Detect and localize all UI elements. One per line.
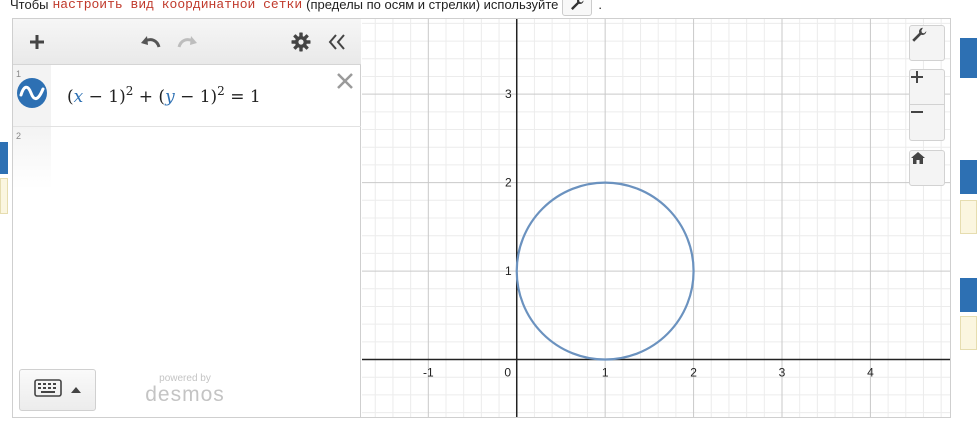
page-edge-marker: [960, 200, 977, 234]
x-tick-label: -1: [423, 366, 434, 380]
instruction-suffix: (пределы по осям и стрелки) используйте: [306, 0, 559, 12]
page-edge-marker: [960, 38, 977, 78]
math-token: (: [67, 87, 74, 107]
expression-panel: 1 (x − 1)2 + (y − 1)2 = 1 2 powered by d…: [13, 19, 361, 417]
expression-number: 2: [16, 131, 22, 141]
math-variable-x: x: [73, 87, 84, 107]
caret-up-icon: [70, 381, 82, 399]
page-edge-marker: [960, 278, 977, 312]
expression-gutter: 1: [13, 65, 51, 126]
double-chevron-left-icon[interactable]: [323, 27, 351, 57]
math-token: = 1: [224, 87, 261, 107]
page-edge-marker: [960, 160, 977, 194]
undo-icon[interactable]: [137, 27, 165, 57]
instruction-prefix: Чтобы: [10, 0, 49, 12]
math-token: + (: [133, 87, 166, 107]
page-edge-marker: [0, 142, 8, 174]
gear-icon[interactable]: [287, 27, 315, 57]
x-tick-label: 0: [504, 366, 511, 380]
instruction-end: .: [598, 0, 602, 12]
instruction-line: Чтобы настроить вид координатной сетки (…: [10, 0, 602, 16]
page-right-edge: [960, 0, 977, 436]
close-icon[interactable]: [335, 71, 355, 91]
wave-icon[interactable]: [17, 78, 47, 108]
minor-grid: [362, 19, 950, 417]
expression-row[interactable]: 1 (x − 1)2 + (y − 1)2 = 1: [13, 65, 361, 127]
tick-labels: -1 0 1 2 3 4 1 2 3: [423, 87, 874, 379]
x-tick-label: 3: [779, 366, 786, 380]
keyboard-toggle-button[interactable]: [19, 369, 96, 411]
math-variable-y: y: [165, 87, 175, 107]
page-edge-marker: [0, 178, 8, 214]
page-edge-marker: [960, 316, 977, 350]
y-tick-label: 1: [505, 264, 512, 278]
expression-gutter: 2: [13, 127, 51, 189]
keyboard-icon: [33, 378, 62, 402]
x-tick-label: 1: [602, 366, 609, 380]
redo-icon[interactable]: [173, 27, 201, 57]
x-tick-label: 4: [867, 366, 874, 380]
math-token: − 1): [174, 87, 218, 107]
graph-canvas[interactable]: -1 0 1 2 3 4 1 2 3: [362, 19, 950, 417]
y-tick-label: 2: [505, 176, 512, 190]
expression-number: 1: [16, 69, 22, 79]
expression-math[interactable]: (x − 1)2 + (y − 1)2 = 1: [67, 84, 261, 107]
desmos-calculator: 1 (x − 1)2 + (y − 1)2 = 1 2 powered by d…: [12, 18, 951, 418]
graph-paper[interactable]: -1 0 1 2 3 4 1 2 3: [362, 19, 950, 417]
expression-toolbar: [13, 19, 361, 65]
plus-icon[interactable]: [23, 27, 51, 57]
graph-settings-button[interactable]: [909, 25, 945, 61]
y-tick-label: 3: [505, 87, 512, 101]
x-tick-label: 2: [690, 366, 697, 380]
math-exponent: 2: [125, 84, 134, 98]
instruction-code: настроить вид координатной сетки: [52, 0, 303, 12]
expression-row-empty[interactable]: 2: [13, 127, 361, 189]
default-viewport-button[interactable]: [909, 150, 945, 186]
desmos-logo: desmos: [145, 383, 225, 406]
zoom-in-button[interactable]: [909, 69, 945, 105]
wrench-icon: [562, 0, 593, 16]
math-exponent: 2: [217, 84, 225, 98]
page: Чтобы настроить вид координатной сетки (…: [0, 0, 977, 436]
zoom-out-button[interactable]: [909, 105, 945, 141]
powered-by-desmos: powered by desmos: [145, 373, 225, 406]
math-token: − 1): [83, 87, 126, 107]
